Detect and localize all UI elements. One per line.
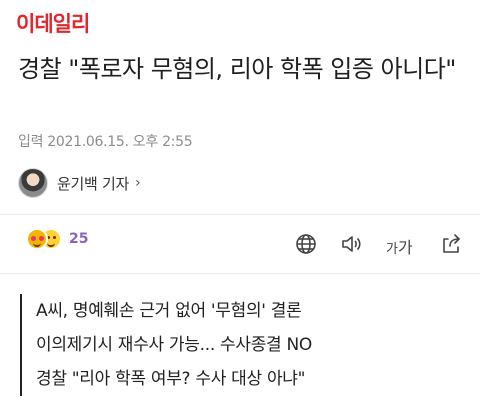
font-size-small-label: 가 (386, 242, 398, 257)
reaction-button[interactable]: 25 (26, 228, 88, 250)
summary-line: 경찰 "리아 학폭 여부? 수사 대상 아냐" (36, 369, 306, 389)
font-size-button[interactable]: 가가 (386, 234, 413, 258)
font-size-large-label: 가 (397, 238, 413, 257)
speaker-icon[interactable] (339, 232, 363, 256)
reaction-count: 25 (69, 231, 89, 247)
chevron-right-icon: › (134, 175, 141, 191)
divider (0, 214, 480, 215)
love-emoji-icon (26, 228, 48, 250)
article-summary: A씨, 명예훼손 근거 없어 '무혐의' 결론 이의제기시 재수사 가능... … (20, 294, 312, 396)
summary-line: 이의제기시 재수사 가능... 수사종결 NO (36, 335, 312, 355)
summary-line: A씨, 명예훼손 근거 없어 '무혐의' 결론 (36, 301, 302, 321)
share-icon[interactable] (439, 232, 463, 256)
site-logo[interactable]: 이데일리 (16, 8, 90, 38)
author-link[interactable]: 윤기백 기자 › (18, 168, 141, 198)
article-headline: 경찰 "폭로자 무혐의, 리아 학폭 입증 아니다" (18, 55, 456, 83)
author-name: 윤기백 기자 (57, 174, 129, 193)
author-avatar (18, 168, 48, 198)
globe-icon[interactable] (294, 232, 318, 256)
article-dateline: 입력 2021.06.15. 오후 2:55 (18, 134, 193, 150)
divider (0, 273, 480, 274)
